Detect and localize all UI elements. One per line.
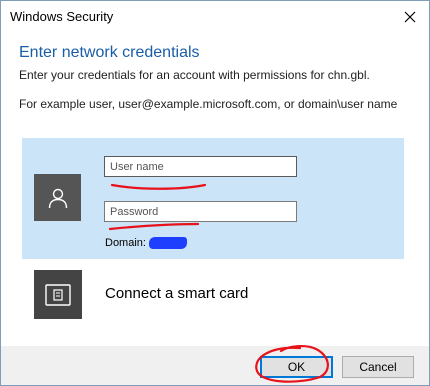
dialog-heading: Enter network credentials [19,44,200,61]
domain-label: Domain: [105,237,146,249]
close-button[interactable] [393,3,427,31]
user-icon [48,188,67,208]
domain-row: Domain: [105,237,187,249]
ok-button[interactable]: OK [260,356,333,378]
user-tile [34,174,81,221]
username-format-hint: For example user, user@example.microsoft… [19,97,398,111]
smart-card-option[interactable]: Connect a smart card [34,270,404,319]
credentials-dialog: Windows Security Enter network credentia… [0,0,430,386]
password-input[interactable] [104,201,297,222]
username-input[interactable] [104,156,297,177]
window-title: Windows Security [10,9,114,24]
domain-value-redacted [148,237,187,249]
smart-card-icon [45,283,71,306]
cancel-button[interactable]: Cancel [342,356,414,378]
smart-card-label: Connect a smart card [105,285,249,302]
smart-card-tile [34,270,82,319]
title-bar[interactable]: Windows Security [1,1,429,33]
dialog-description: Enter your credentials for an account wi… [19,68,370,82]
close-icon [404,11,416,23]
